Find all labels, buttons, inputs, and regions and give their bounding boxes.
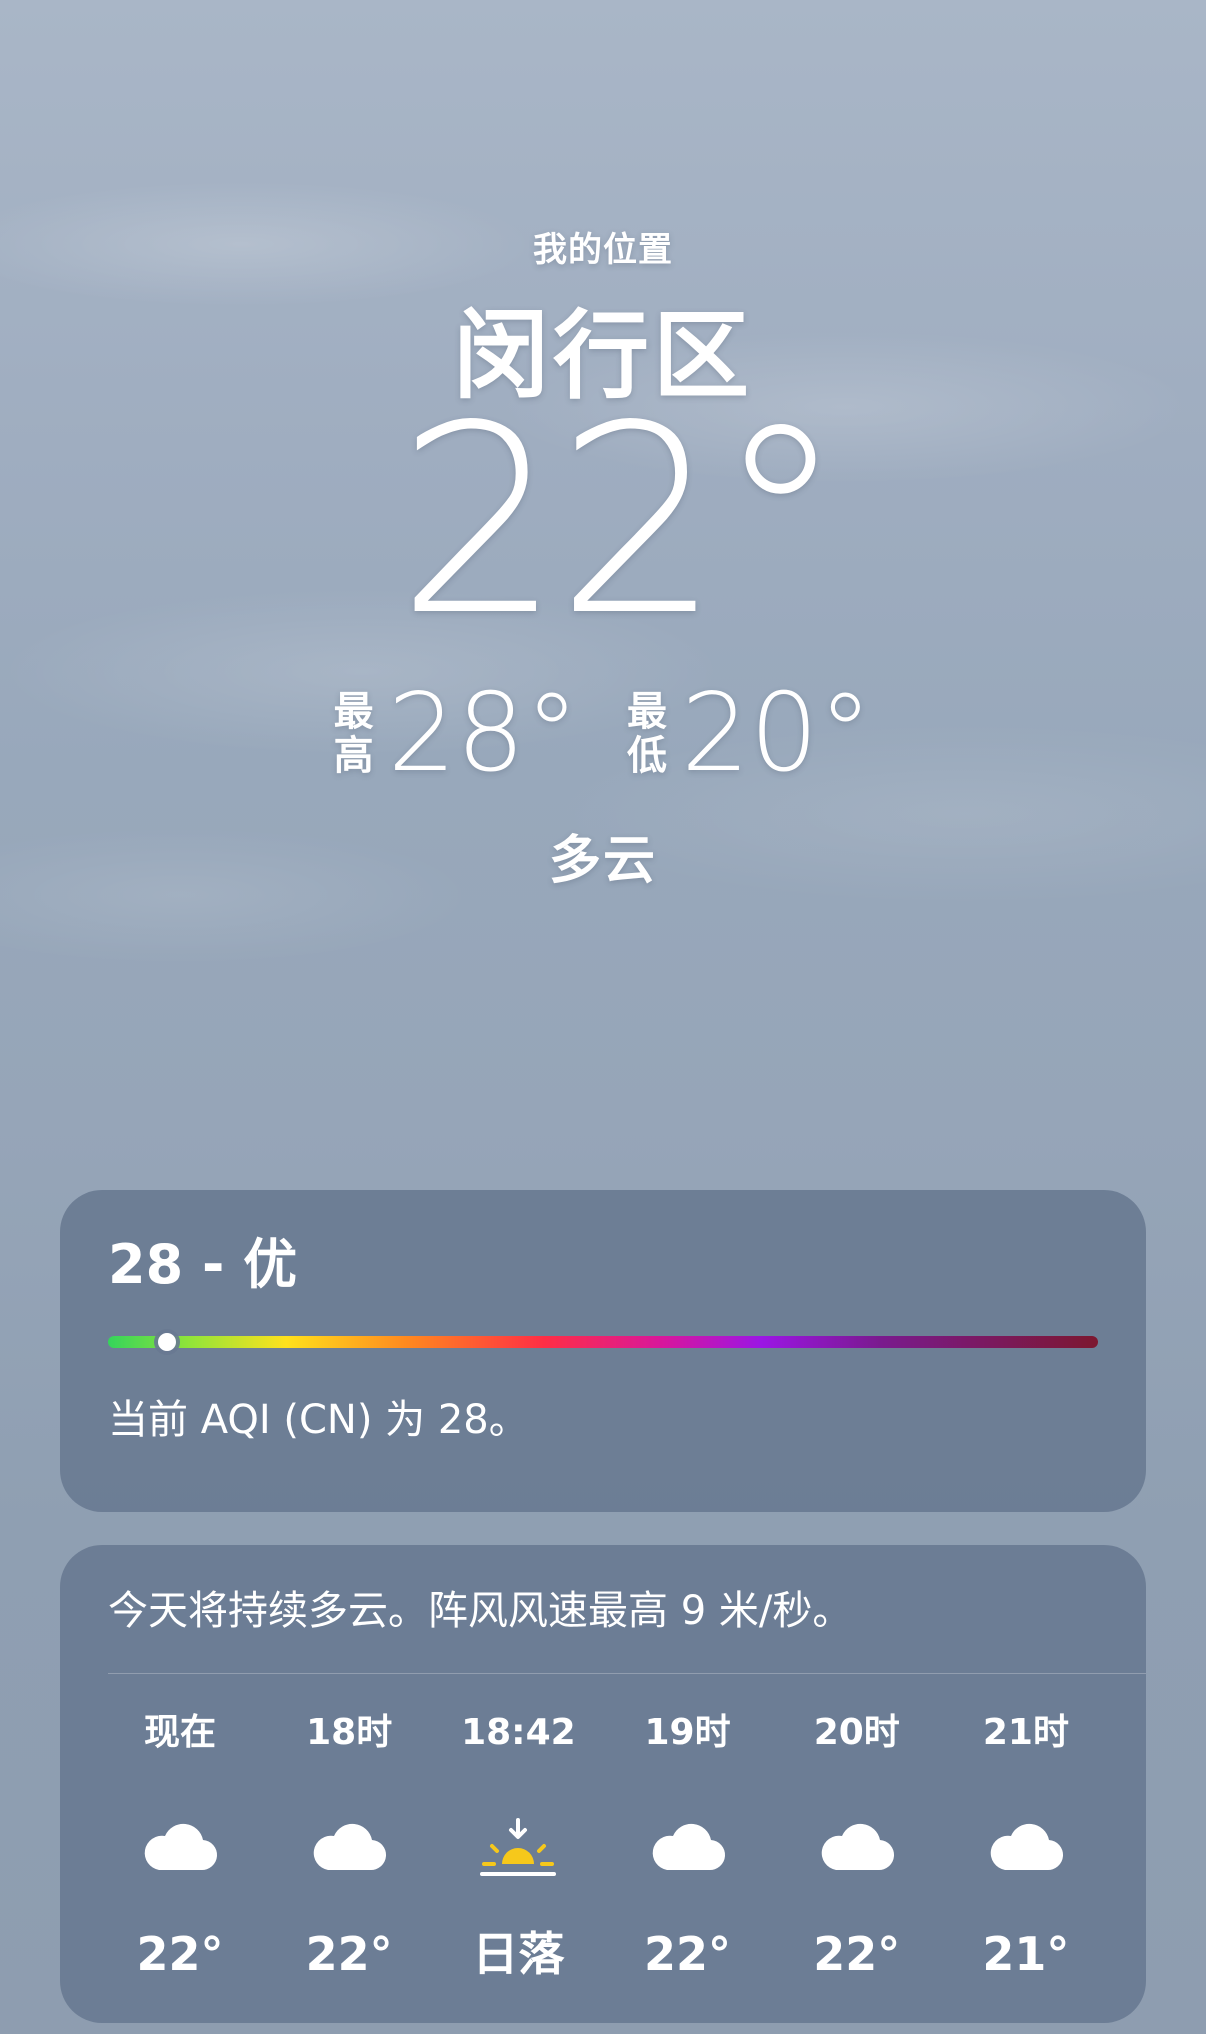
high-temperature-group: 最 高 28° — [334, 680, 579, 788]
hour-label: 18时 — [306, 1712, 393, 1753]
hour-temperature: 21° — [982, 1927, 1070, 1981]
hourly-forecast-list[interactable]: 现在 22° 18时 22° 18:42 日落 19时 22° 20时 22° … — [100, 1705, 1106, 1977]
forecast-divider — [108, 1673, 1146, 1674]
cloud-icon — [304, 1813, 394, 1883]
air-quality-card[interactable]: 28 - 优 当前 AQI (CN) 为 28。 — [60, 1190, 1146, 1512]
cloud-icon — [981, 1813, 1071, 1883]
hour-label: 21时 — [982, 1712, 1069, 1753]
hour-item: 18:42 日落 — [438, 1705, 598, 1977]
my-location-label: 我的位置 — [533, 230, 673, 270]
forecast-summary: 今天将持续多云。阵风风速最高 9 米/秒。 — [108, 1588, 853, 1634]
low-temperature: 20° — [681, 671, 873, 796]
aqi-title: 28 - 优 — [108, 1233, 298, 1296]
aqi-scale-bar — [108, 1333, 1098, 1351]
hour-label: 现在 — [143, 1712, 216, 1753]
hour-temperature: 22° — [136, 1927, 224, 1981]
low-temperature-group: 最 低 20° — [627, 680, 872, 788]
hour-temperature: 22° — [644, 1927, 732, 1981]
hour-label: 20时 — [813, 1712, 900, 1753]
cloud-icon — [643, 1813, 733, 1883]
hour-item: 20时 22° — [777, 1705, 937, 1977]
aqi-description: 当前 AQI (CN) 为 28。 — [108, 1397, 529, 1443]
high-temperature: 28° — [387, 671, 579, 796]
high-label: 最 高 — [334, 690, 374, 778]
high-label-bottom: 高 — [333, 733, 374, 779]
weather-condition: 多云 — [548, 831, 657, 891]
high-low-row: 最 高 28° 最 低 20° — [0, 680, 1206, 788]
hour-label: 18:42 — [461, 1712, 576, 1753]
cloud-icon — [812, 1813, 902, 1883]
hour-temperature: 22° — [813, 1927, 901, 1981]
hour-item: 18时 22° — [269, 1705, 429, 1977]
hour-item: 现在 22° — [100, 1705, 260, 1977]
current-temperature: 22° — [396, 371, 846, 673]
hour-item: 19时 22° — [608, 1705, 768, 1977]
aqi-marker — [158, 1333, 177, 1351]
hour-temperature: 22° — [305, 1927, 393, 1981]
low-label-top: 最 — [627, 689, 667, 735]
low-label: 最 低 — [627, 690, 667, 778]
high-label-top: 最 — [333, 689, 374, 735]
sunset-icon — [473, 1813, 563, 1883]
hour-item: 21时 21° — [946, 1705, 1106, 1977]
hourly-forecast-card[interactable]: 今天将持续多云。阵风风速最高 9 米/秒。 现在 22° 18时 22° 18:… — [60, 1545, 1146, 2023]
cloud-icon — [135, 1813, 225, 1883]
sunset-label: 日落 — [472, 1927, 565, 1981]
hour-label: 19时 — [644, 1712, 731, 1753]
low-label-bottom: 低 — [627, 733, 667, 779]
